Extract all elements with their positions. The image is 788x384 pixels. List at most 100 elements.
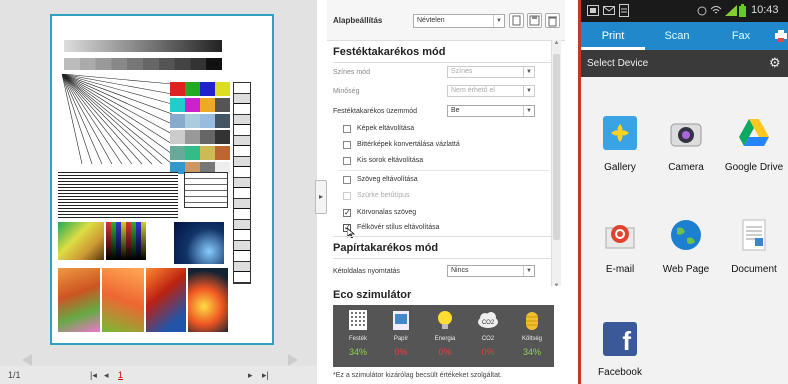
section-divider <box>333 236 551 237</box>
facebook-glyph: f <box>622 326 631 356</box>
checkbox-group-divider <box>339 170 549 171</box>
document-icon <box>742 219 766 251</box>
profile-toolbar: Alapbeállítás Névtelen ▼ <box>327 0 565 41</box>
app-email[interactable]: E-mail <box>587 218 653 284</box>
settings-scrollbar[interactable]: ▲ ▼ <box>551 40 561 292</box>
app-web-page[interactable]: Web Page <box>653 218 719 284</box>
duplex-label: Kétoldalas nyomtatás <box>333 268 400 275</box>
app-document[interactable]: Document <box>721 218 787 284</box>
quality-select[interactable]: Nem érhető el ▼ <box>447 85 535 97</box>
app-google-drive[interactable]: Google Drive <box>721 116 787 182</box>
quality-value: Nem érhető el <box>451 87 495 94</box>
remove-text-label: Szöveg eltávolítása <box>357 176 418 183</box>
color-mode-select[interactable]: Színes ▼ <box>447 66 535 78</box>
app-camera[interactable]: Camera <box>653 116 719 182</box>
eco-cost-value: 34% <box>522 347 541 357</box>
profile-select-value: Névtelen <box>417 17 445 24</box>
remove-images-checkbox[interactable] <box>343 125 351 133</box>
printer-settings-icon[interactable] <box>775 30 787 42</box>
remove-small-lines-label: Kis sorok eltávolítása <box>357 157 424 164</box>
gmail-notification-icon <box>603 6 615 15</box>
scrollbar-thumb[interactable] <box>553 54 560 240</box>
next-page-icon[interactable]: ▸ <box>248 370 253 381</box>
co2-icon-text: CO2 <box>482 320 495 326</box>
gear-icon[interactable]: ⚙ <box>769 55 781 71</box>
bitmap-sketch-checkbox[interactable] <box>343 141 351 149</box>
tab-print[interactable]: Print <box>581 22 645 50</box>
ink-saving-section-title: Festéktakarékos mód <box>333 46 446 58</box>
clock: 10:43 <box>751 4 779 16</box>
collapse-panel-toggle[interactable]: ▸ <box>315 180 327 214</box>
toner-icon <box>349 310 367 330</box>
gallery-icon <box>603 116 637 150</box>
page-number-link[interactable]: 1 <box>118 370 123 380</box>
battery-icon <box>739 4 746 17</box>
eco-footnote: *Ez a szimulátor kizárólag becsült érték… <box>333 372 502 379</box>
email-icon <box>605 225 635 249</box>
ink-mode-value: Be <box>451 107 460 114</box>
last-page-icon[interactable]: ▸| <box>262 370 269 381</box>
sample-photo-abstract <box>146 268 186 332</box>
prev-page-arrow-icon[interactable] <box>22 354 32 366</box>
sample-photo-space <box>174 222 224 264</box>
bitmap-sketch-label: Bittérképek konvertálása vázlattá <box>357 141 460 148</box>
check-mark-icon: ✓ <box>344 208 351 217</box>
sample-photo-people <box>58 268 100 332</box>
save-profile-button[interactable] <box>527 13 542 28</box>
eco-simulator-panel: CO2 Festék Papír Energia CO2 Költség 34%… <box>333 305 554 367</box>
page-navigator: 1/1 |◂ ◂ 1 ▸ ▸| <box>0 366 317 384</box>
duplex-select[interactable]: Nincs ▼ <box>447 265 535 277</box>
delete-profile-button[interactable] <box>545 13 560 28</box>
page-count: 1/1 <box>8 370 21 380</box>
eco-toner-value: 34% <box>348 347 367 357</box>
duplex-value: Nincs <box>451 267 469 274</box>
app-camera-label: Camera <box>668 162 704 173</box>
outline-text-label: Körvonalas szöveg <box>357 209 417 216</box>
tab-fax[interactable]: Fax <box>709 22 773 50</box>
tab-scan[interactable]: Scan <box>645 22 709 50</box>
app-gallery[interactable]: Gallery <box>587 116 653 182</box>
next-page-arrow-icon[interactable] <box>288 354 298 366</box>
sample-photo-hands <box>102 268 144 332</box>
scroll-up-icon[interactable]: ▲ <box>553 40 560 48</box>
chevron-down-icon: ▼ <box>523 106 534 116</box>
app-web-page-label: Web Page <box>662 264 710 275</box>
remove-bold-label: Félkövér stílus eltávolítása <box>357 224 440 231</box>
section-divider <box>333 62 551 63</box>
app-google-drive-label: Google Drive <box>724 162 784 173</box>
eco-co2-label: CO2 <box>481 336 495 342</box>
web-page-icon <box>671 220 701 250</box>
first-page-icon[interactable]: |◂ <box>90 370 97 381</box>
profile-label: Alapbeállítás <box>333 16 383 25</box>
remove-images-label: Képek eltávolítása <box>357 125 415 132</box>
app-email-label: E-mail <box>605 264 635 275</box>
ink-mode-select[interactable]: Be ▼ <box>447 105 535 117</box>
camera-icon <box>670 123 702 147</box>
eco-simulator-title: Eco szimulátor <box>333 289 412 301</box>
remove-small-lines-checkbox[interactable] <box>343 157 351 165</box>
section-divider <box>333 258 551 259</box>
wifi-icon <box>710 6 722 14</box>
resolution-fan-pattern <box>62 74 172 164</box>
eco-energy-value: 0% <box>438 347 452 357</box>
sample-table-block <box>184 172 228 208</box>
paper-saving-section-title: Papírtakarékos mód <box>333 242 439 254</box>
file-notification-icon <box>619 4 629 17</box>
remove-text-checkbox[interactable] <box>343 176 351 184</box>
gray-step-bar <box>64 58 222 70</box>
app-gallery-label: Gallery <box>604 162 636 173</box>
bulb-icon <box>438 311 452 329</box>
color-mode-label: Színes mód <box>333 69 370 76</box>
sample-color-chart <box>106 222 146 260</box>
outline-text-checkbox[interactable]: ✓ <box>343 209 351 217</box>
chevron-down-icon: ▼ <box>523 67 534 77</box>
prev-page-icon[interactable]: ◂ <box>104 370 109 381</box>
new-profile-button[interactable] <box>509 13 524 28</box>
chevron-down-icon: ▼ <box>493 15 504 27</box>
eco-toner-label: Festék <box>348 336 367 342</box>
ink-mode-label: Festéktakarékos üzemmód <box>333 108 418 115</box>
pattern-column <box>233 82 251 284</box>
select-device-bar[interactable]: Select Device ⚙ <box>581 50 788 77</box>
app-facebook[interactable]: f Facebook <box>587 322 653 384</box>
profile-select[interactable]: Névtelen ▼ <box>413 14 505 28</box>
